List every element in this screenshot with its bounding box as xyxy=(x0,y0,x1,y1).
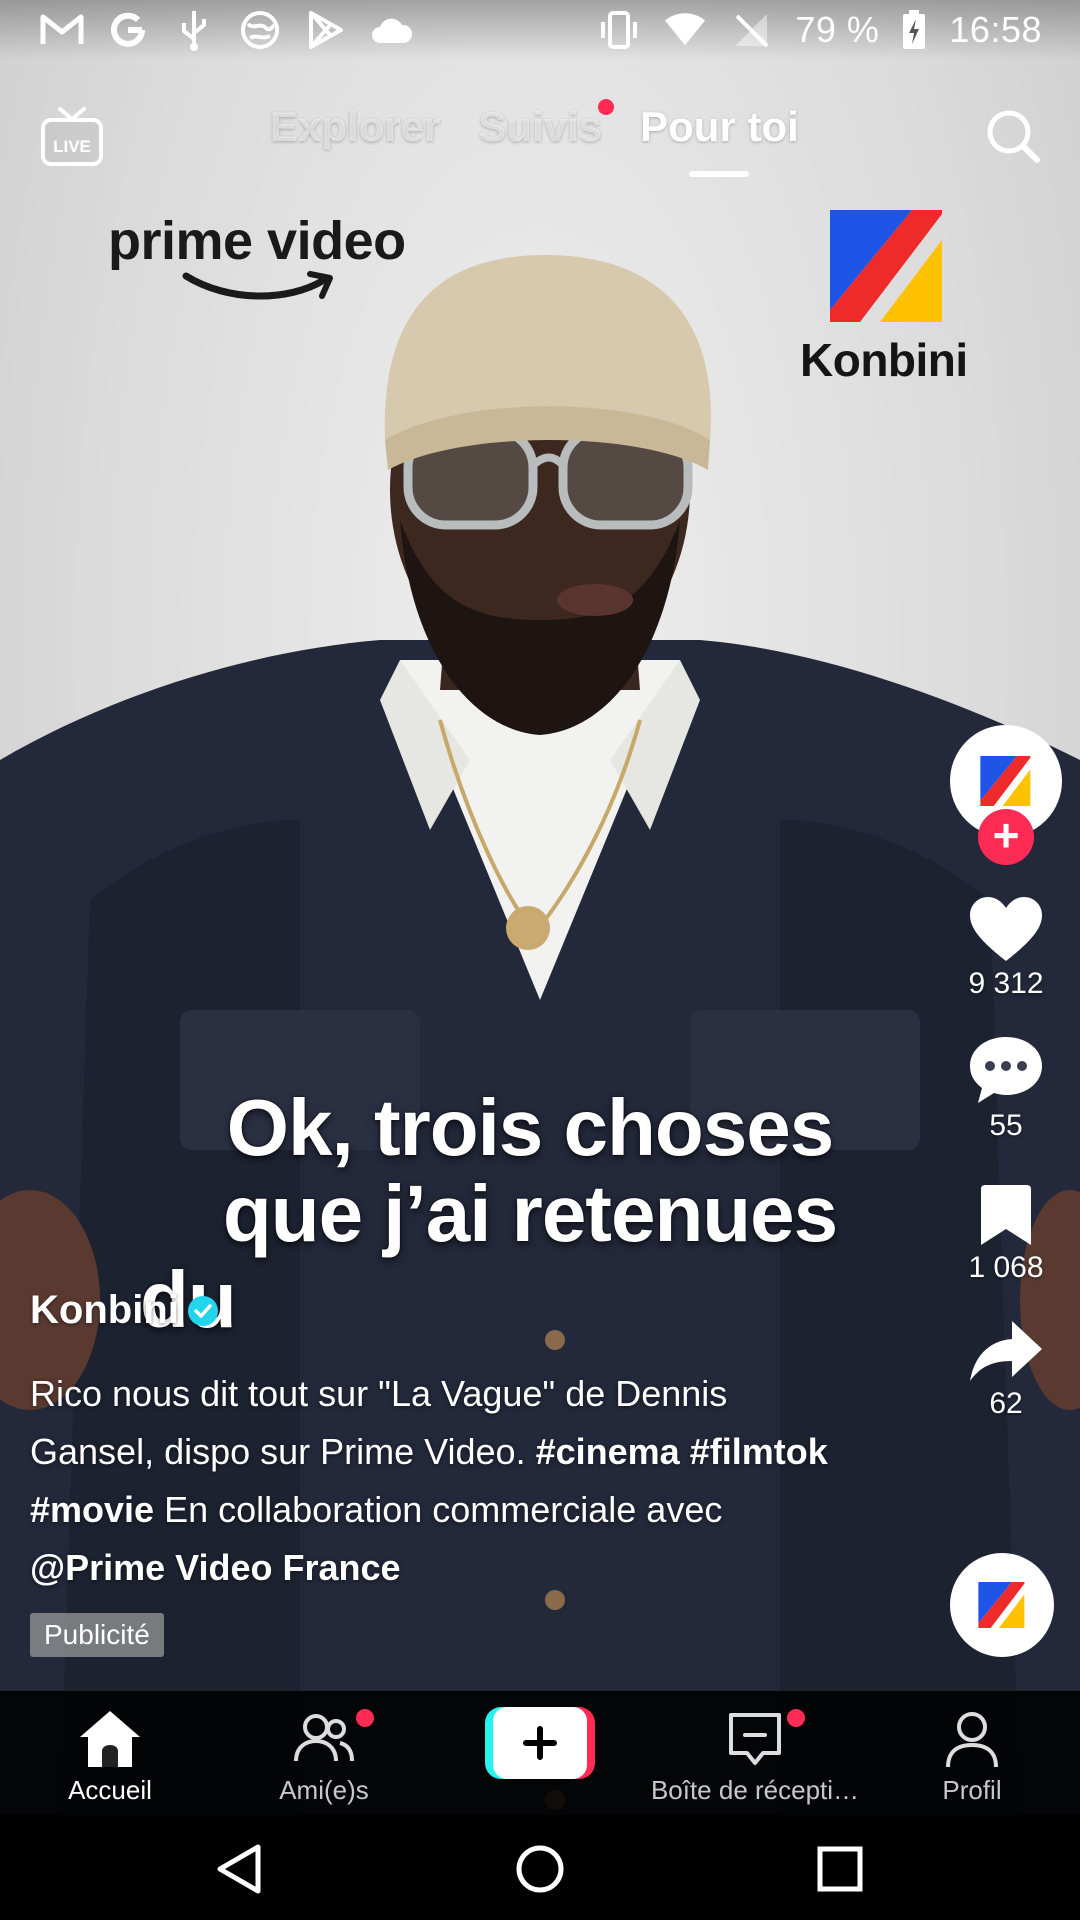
tab-profil[interactable]: Profil xyxy=(862,1709,1080,1806)
tab-suivis[interactable]: Suivis xyxy=(478,99,615,151)
like-action[interactable]: 9 312 xyxy=(950,895,1062,1001)
sponsored-label: Publicité xyxy=(44,1619,150,1650)
tab-amis-label: Ami(e)s xyxy=(279,1775,369,1805)
comment-bubble-icon xyxy=(970,1037,1042,1103)
sound-disc[interactable] xyxy=(950,1553,1054,1657)
prime-video-logo: prime video xyxy=(108,210,406,309)
description-text xyxy=(680,1431,690,1472)
gmail-icon xyxy=(40,10,84,50)
world-icon xyxy=(238,10,282,50)
search-button[interactable] xyxy=(984,107,1042,165)
tab-inbox-label: Boîte de récepti… xyxy=(650,1775,860,1805)
google-icon xyxy=(106,10,150,50)
no-sim-icon xyxy=(729,10,773,50)
live-button[interactable]: LIVE xyxy=(40,105,104,169)
tab-profil-label: Profil xyxy=(942,1775,1002,1805)
tab-inbox[interactable]: Boîte de récepti… xyxy=(645,1709,865,1806)
tab-suivis-label: Suivis xyxy=(478,103,603,150)
create-post-button[interactable] xyxy=(485,1707,595,1779)
recent-apps-square-icon xyxy=(817,1846,863,1892)
tab-suivis-notification-dot xyxy=(598,99,615,115)
clock: 16:58 xyxy=(949,9,1042,50)
video-caption-overlay: Ok, trois choses que j’ai retenues du xyxy=(130,1083,930,1343)
tab-amis-notification-dot xyxy=(356,1709,374,1727)
profile-icon xyxy=(946,1712,998,1768)
description-text: En collaboration commerciale avec xyxy=(154,1489,723,1530)
konbini-sound-icon xyxy=(978,1582,1025,1628)
amazon-smile-icon xyxy=(182,271,333,300)
vibrate-icon xyxy=(597,10,641,50)
tab-pour-toi[interactable]: Pour toi xyxy=(640,103,799,177)
back-triangle-icon xyxy=(217,1844,261,1894)
tab-accueil[interactable]: Accueil xyxy=(0,1709,220,1806)
action-rail: + 9 312 55 1 068 62 xyxy=(950,725,1062,1421)
konbini-avatar-icon xyxy=(980,756,1031,806)
like-count: 9 312 xyxy=(968,967,1044,1000)
bookmark-icon xyxy=(981,1185,1031,1245)
heart-icon xyxy=(970,897,1042,961)
share-count: 62 xyxy=(989,1387,1023,1420)
bottom-tab-bar: Accueil Ami(e)s Boîte de récepti… Profil xyxy=(0,1690,1080,1815)
tab-explorer-label: Explorer xyxy=(270,103,441,150)
follow-button[interactable]: + xyxy=(978,809,1034,865)
sponsored-badge: Publicité xyxy=(30,1613,164,1657)
description-tag[interactable]: #filmtok xyxy=(690,1431,828,1472)
verified-badge-icon xyxy=(187,1295,218,1326)
prime-video-logo-text: prime video xyxy=(108,211,406,271)
description-tag[interactable]: @Prime Video France xyxy=(30,1547,401,1588)
caption-line-2: que j’ai retenues xyxy=(222,1169,838,1258)
search-icon xyxy=(987,110,1040,163)
inbox-icon xyxy=(729,1713,781,1765)
caption-line-1: Ok, trois choses xyxy=(226,1083,834,1172)
comment-count: 55 xyxy=(989,1109,1023,1142)
live-label: LIVE xyxy=(53,137,91,156)
share-arrow-icon xyxy=(970,1321,1042,1381)
save-action[interactable]: 1 068 xyxy=(950,1183,1062,1285)
author-name: Konbini xyxy=(30,1288,179,1332)
android-navigation-bar xyxy=(0,1815,1080,1920)
konbini-k-icon xyxy=(830,210,942,322)
description-tag[interactable]: #cinema xyxy=(536,1431,680,1472)
feed-tabs: Explorer Suivis Pour toi xyxy=(270,99,799,177)
cloud-icon xyxy=(370,10,414,50)
author-name-link[interactable]: Konbini xyxy=(30,1288,219,1333)
konbini-logo: Konbini xyxy=(800,210,985,387)
wifi-icon xyxy=(663,10,707,50)
play-store-icon xyxy=(304,10,348,50)
tab-pour-toi-label: Pour toi xyxy=(640,103,799,150)
tab-amis[interactable]: Ami(e)s xyxy=(214,1709,434,1806)
recent-apps-button[interactable] xyxy=(814,1843,866,1895)
friends-icon xyxy=(294,1714,354,1762)
author-avatar-group: + xyxy=(950,725,1062,865)
plus-icon xyxy=(485,1707,595,1779)
post-description[interactable]: Rico nous dit tout sur "La Vague" de Den… xyxy=(30,1365,830,1597)
active-tab-indicator xyxy=(689,171,750,177)
share-action[interactable]: 62 xyxy=(950,1319,1062,1421)
battery-percentage: 79 % xyxy=(795,9,880,50)
status-bar-notifications xyxy=(40,10,414,51)
back-button[interactable] xyxy=(214,1843,266,1895)
usb-icon xyxy=(172,10,216,51)
konbini-logo-text: Konbini xyxy=(800,334,968,386)
comment-action[interactable]: 55 xyxy=(950,1035,1062,1143)
follow-plus-symbol: + xyxy=(992,809,1020,861)
tab-inbox-notification-dot xyxy=(787,1709,805,1727)
tab-explorer[interactable]: Explorer xyxy=(270,103,440,151)
home-circle-icon xyxy=(516,1845,564,1893)
status-bar-system: 79 % 16:58 xyxy=(597,9,1042,51)
top-navigation: LIVE Explorer Suivis Pour toi xyxy=(0,95,1080,195)
description-tag[interactable]: #movie xyxy=(30,1489,154,1530)
status-bar: 79 % 16:58 xyxy=(0,0,1080,60)
tab-accueil-label: Accueil xyxy=(68,1775,152,1805)
save-count: 1 068 xyxy=(968,1251,1044,1284)
battery-charging-icon xyxy=(901,10,927,50)
home-system-button[interactable] xyxy=(514,1843,566,1895)
home-icon xyxy=(80,1711,140,1767)
